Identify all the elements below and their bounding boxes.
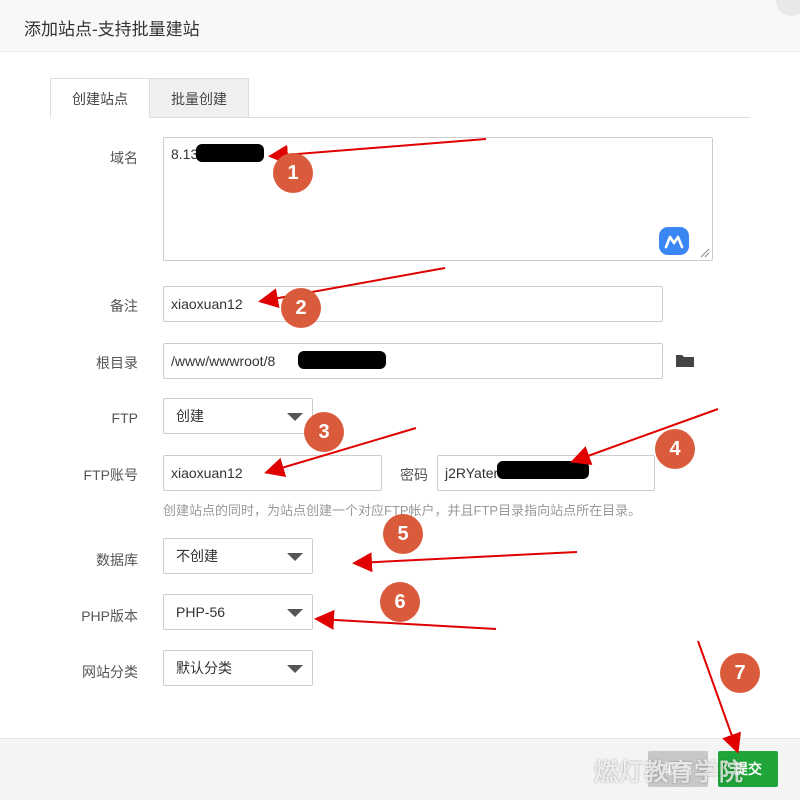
tab-bar: 创建站点 批量创建	[50, 78, 750, 118]
annotation-badge-3: 3	[304, 412, 344, 452]
annotation-badge-7: 7	[720, 653, 760, 693]
ftp-account-label: FTP账号	[83, 467, 138, 483]
ftp-select[interactable]: 创建	[163, 398, 313, 434]
annotation-badge-2: 2	[281, 288, 321, 328]
chevron-down-icon	[287, 609, 303, 617]
site-category-value: 默认分类	[176, 660, 232, 676]
php-version-value: PHP-56	[176, 604, 226, 620]
database-select[interactable]: 不创建	[163, 538, 313, 574]
tab-create-site[interactable]: 创建站点	[50, 78, 150, 118]
php-version-label: PHP版本	[81, 608, 138, 624]
domain-label: 域名	[110, 150, 138, 166]
ftp-label: FTP	[111, 410, 138, 426]
resize-handle-icon[interactable]	[700, 248, 710, 258]
add-site-dialog: 添加站点-支持批量建站 创建站点 批量创建 域名 8.13 备注 xiaoxua…	[0, 0, 800, 800]
ftp-select-value: 创建	[176, 408, 204, 424]
folder-icon[interactable]	[675, 352, 695, 368]
arrow-5	[352, 551, 578, 573]
database-select-value: 不创建	[176, 548, 218, 564]
root-dir-redaction	[298, 351, 386, 369]
site-category-label: 网站分类	[82, 664, 138, 680]
ftp-password-label: 密码	[400, 467, 428, 483]
arrow-4	[570, 408, 719, 465]
chevron-down-icon	[287, 413, 303, 421]
domain-redaction	[196, 144, 264, 162]
root-dir-input[interactable]: /www/wwwroot/8	[163, 343, 663, 379]
dialog-title-bar: 添加站点-支持批量建站	[0, 0, 800, 52]
password-redaction	[497, 461, 589, 479]
remark-input[interactable]: xiaoxuan12	[163, 286, 663, 322]
chevron-down-icon	[287, 665, 303, 673]
remark-label: 备注	[110, 298, 138, 314]
domain-value: 8.13	[171, 146, 199, 162]
watermark-text: 燃灯教育学院	[594, 759, 744, 786]
database-label: 数据库	[96, 552, 138, 568]
annotation-badge-4: 4	[655, 429, 695, 469]
assistant-icon[interactable]	[659, 227, 689, 255]
annotation-badge-5: 5	[383, 514, 423, 554]
php-version-select[interactable]: PHP-56	[163, 594, 313, 630]
annotation-badge-1: 1	[273, 153, 313, 193]
ftp-account-input[interactable]: xiaoxuan12	[163, 455, 382, 491]
annotation-badge-6: 6	[380, 582, 420, 622]
site-category-select[interactable]: 默认分类	[163, 650, 313, 686]
root-dir-label: 根目录	[96, 355, 138, 371]
dialog-title: 添加站点-支持批量建站	[24, 20, 200, 39]
tab-batch-create[interactable]: 批量创建	[150, 78, 249, 118]
chevron-down-icon	[287, 553, 303, 561]
